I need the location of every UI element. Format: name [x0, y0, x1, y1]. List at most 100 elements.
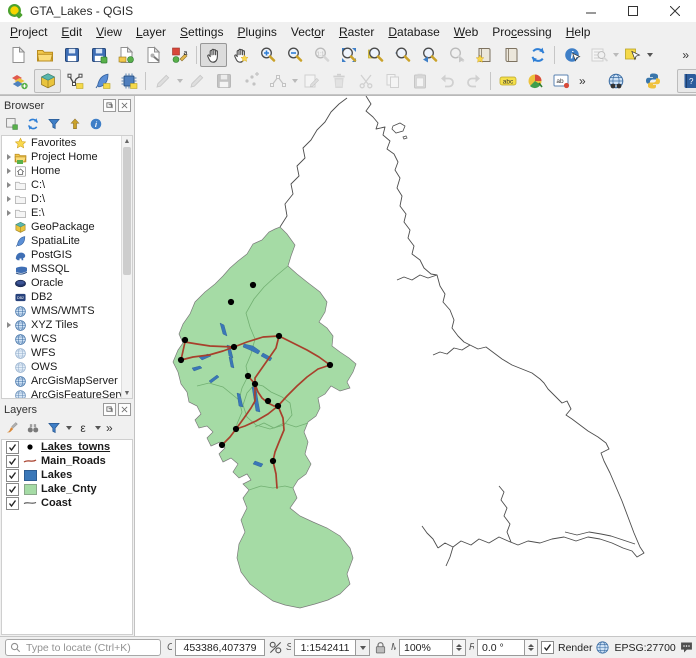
filter-legend-dropdown[interactable] [66, 426, 72, 430]
layer-visibility-checkbox[interactable] [6, 483, 19, 496]
add-selected-layers-button[interactable] [2, 115, 22, 133]
browser-item-xyz-tiles[interactable]: XYZ Tiles [2, 318, 132, 332]
browser-item-arcgis-map-server[interactable]: ArcGisMapServer [2, 374, 132, 388]
zoom-out-button[interactable] [281, 43, 308, 67]
open-layer-styling-button[interactable] [2, 419, 22, 437]
zoom-full-button[interactable] [335, 43, 362, 67]
close-button[interactable] [654, 0, 696, 22]
lock-icon[interactable] [373, 640, 388, 655]
locator-box[interactable] [5, 639, 161, 656]
layer-diagram-button[interactable] [521, 69, 548, 93]
new-bookmark-button[interactable] [470, 43, 497, 67]
menu-processing[interactable]: Processing [485, 23, 558, 41]
new-geopackage-button[interactable] [34, 69, 61, 93]
expression-filter-dropdown[interactable] [95, 426, 101, 430]
data-source-manager-button[interactable] [4, 69, 34, 93]
help-button[interactable] [677, 69, 696, 93]
render-checkbox[interactable] [541, 641, 554, 654]
layers-float-button[interactable] [103, 403, 116, 416]
browser-item-ows[interactable]: OWS [2, 360, 132, 374]
browser-item-c-drive[interactable]: C:\ [2, 178, 132, 192]
expand-arrow-icon[interactable] [4, 181, 13, 190]
map-canvas[interactable] [135, 96, 696, 636]
layer-visibility-checkbox[interactable] [6, 441, 19, 454]
expand-arrow-icon[interactable] [4, 153, 13, 162]
browser-item-db2[interactable]: DB2 [2, 290, 132, 304]
toggle-extents-icon[interactable] [268, 640, 283, 655]
open-project-button[interactable] [31, 43, 58, 67]
new-print-layout-button[interactable] [112, 43, 139, 67]
expand-arrow-icon[interactable] [4, 167, 13, 176]
menu-plugins[interactable]: Plugins [230, 23, 283, 41]
layer-visibility-checkbox[interactable] [6, 455, 19, 468]
pan-to-selection-button[interactable] [227, 43, 254, 67]
magnifier-spinner[interactable] [453, 639, 466, 656]
zoom-last-button[interactable] [416, 43, 443, 67]
scrollbar-thumb[interactable] [123, 147, 131, 275]
menu-vector[interactable]: Vector [284, 23, 332, 41]
filter-legend-button[interactable] [44, 419, 64, 437]
browser-item-postgis[interactable]: PostGIS [2, 248, 132, 262]
menu-layer[interactable]: Layer [129, 23, 173, 41]
manage-map-themes-button[interactable] [23, 419, 43, 437]
browser-item-favorites[interactable]: Favorites [2, 136, 132, 150]
messages-icon[interactable] [679, 640, 694, 655]
scroll-down-icon[interactable]: ▼ [122, 388, 132, 398]
layer-row-lake-cnty[interactable]: Lake_Cnty [2, 482, 132, 496]
layers-close-button[interactable] [118, 403, 131, 416]
browser-item-arcgis-feature-server[interactable]: ArcGisFeatureServer [2, 388, 132, 399]
show-bookmarks-button[interactable] [497, 43, 524, 67]
browser-item-wms[interactable]: WMS/WMTS [2, 304, 132, 318]
select-features-button[interactable] [619, 43, 646, 67]
python-console-button[interactable] [640, 69, 667, 93]
browser-tree[interactable]: Favorites Project Home Home C:\ D:\ E:\ … [1, 135, 133, 399]
zoom-to-selection-button[interactable] [362, 43, 389, 67]
zoom-in-button[interactable] [254, 43, 281, 67]
layer-labeling-button[interactable]: abc [494, 69, 521, 93]
metasearch-button[interactable] [603, 69, 630, 93]
scroll-up-icon[interactable]: ▲ [122, 136, 132, 146]
minimize-button[interactable] [570, 0, 612, 22]
rotation-box[interactable]: 0.0 ° [477, 639, 525, 656]
style-manager-button[interactable]: a [166, 43, 193, 67]
scale-box[interactable]: 1:1542411 [294, 639, 356, 656]
save-project-as-button[interactable] [85, 43, 112, 67]
layers-overflow-button[interactable]: » [102, 421, 116, 435]
browser-float-button[interactable] [103, 99, 116, 112]
pan-map-button[interactable] [200, 43, 227, 67]
browser-item-project-home[interactable]: Project Home [2, 150, 132, 164]
browser-close-button[interactable] [118, 99, 131, 112]
show-layout-manager-button[interactable] [139, 43, 166, 67]
browser-item-wcs[interactable]: WCS [2, 332, 132, 346]
browser-item-e-drive[interactable]: E:\ [2, 206, 132, 220]
crs-globe-icon[interactable] [595, 640, 610, 655]
magnifier-box[interactable]: 100% [399, 639, 453, 656]
collapse-all-button[interactable] [65, 115, 85, 133]
menu-raster[interactable]: Raster [332, 23, 381, 41]
layer-row-main-roads[interactable]: Main_Roads [2, 454, 132, 468]
layers-list[interactable]: Lakes_towns Main_Roads Lakes Lake_Cnty C [1, 439, 133, 635]
scale-dropdown-button[interactable] [356, 639, 370, 656]
menu-project[interactable]: Project [3, 23, 54, 41]
browser-item-wfs[interactable]: WFS [2, 346, 132, 360]
toolbar-overflow-button[interactable]: » [575, 74, 589, 88]
maximize-button[interactable] [612, 0, 654, 22]
new-spatialite-button[interactable] [88, 69, 115, 93]
layer-visibility-checkbox[interactable] [6, 497, 19, 510]
layer-row-lakes-towns[interactable]: Lakes_towns [2, 440, 132, 454]
browser-item-oracle[interactable]: Oracle [2, 276, 132, 290]
filter-browser-button[interactable] [44, 115, 64, 133]
expand-arrow-icon[interactable] [4, 209, 13, 218]
menu-help[interactable]: Help [559, 23, 598, 41]
new-virtual-layer-button[interactable] [115, 69, 142, 93]
menu-settings[interactable]: Settings [173, 23, 230, 41]
refresh-browser-button[interactable] [23, 115, 43, 133]
rotation-spinner[interactable] [525, 639, 538, 656]
zoom-to-layer-button[interactable] [389, 43, 416, 67]
refresh-button[interactable] [524, 43, 551, 67]
crs-status[interactable]: EPSG:27700 [614, 642, 675, 654]
browser-scrollbar[interactable]: ▲ ▼ [121, 136, 132, 398]
locator-input[interactable] [24, 641, 138, 655]
select-features-dropdown[interactable] [647, 53, 653, 57]
layer-visibility-checkbox[interactable] [6, 469, 19, 482]
